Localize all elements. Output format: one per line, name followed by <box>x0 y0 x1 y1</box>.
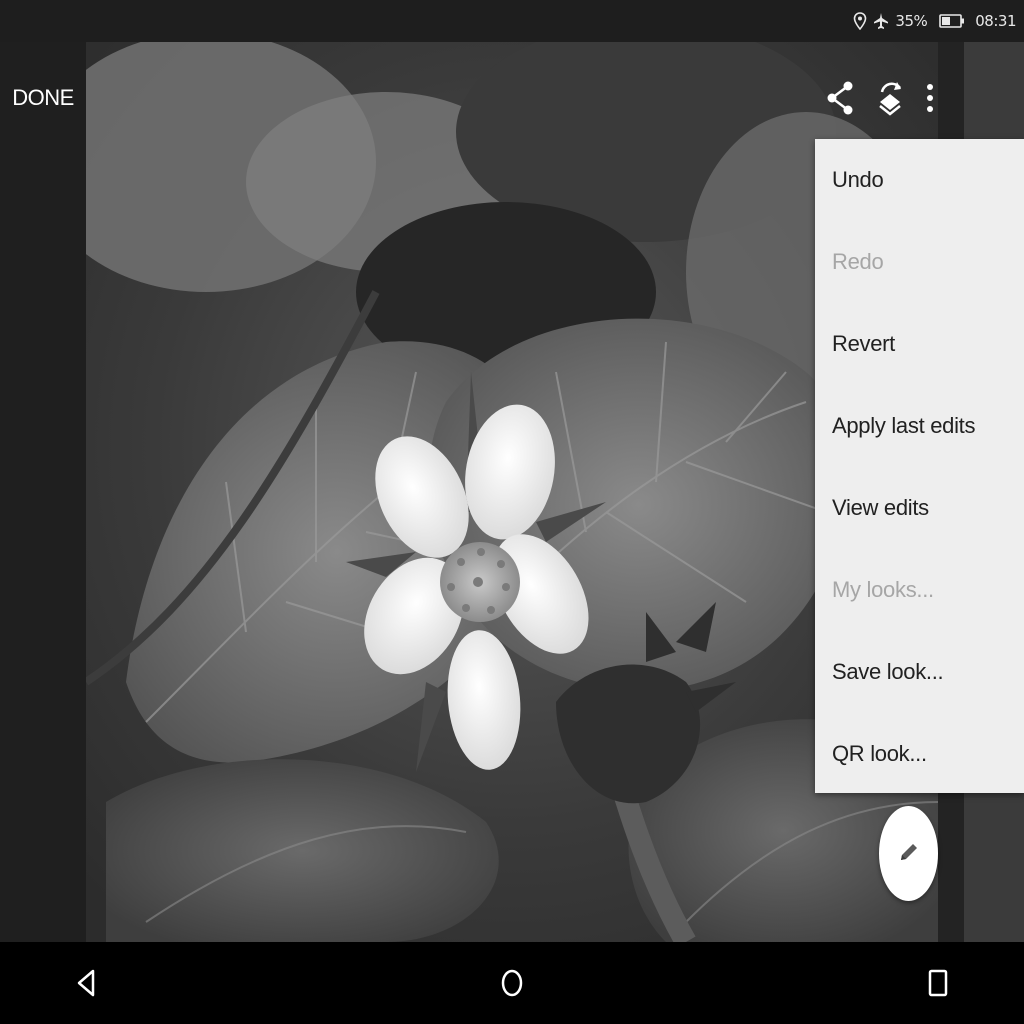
edit-pencil-icon <box>898 841 920 867</box>
menu-item-apply-last-edits[interactable]: Apply last edits <box>815 385 1024 467</box>
done-button[interactable]: DONE <box>10 76 76 120</box>
menu-item-qr-look[interactable]: QR look... <box>815 713 1024 795</box>
airplane-mode-icon <box>873 12 889 30</box>
share-icon[interactable] <box>816 74 864 122</box>
menu-item-undo[interactable]: Undo <box>815 139 1024 221</box>
menu-item-view-edits[interactable]: View edits <box>815 467 1024 549</box>
overflow-menu: Undo Redo Revert Apply last edits View e… <box>815 139 1024 793</box>
photo-canvas[interactable] <box>86 42 938 942</box>
location-icon <box>853 12 867 30</box>
menu-item-revert[interactable]: Revert <box>815 303 1024 385</box>
home-icon[interactable] <box>472 942 552 1024</box>
battery-icon <box>939 13 965 29</box>
menu-item-redo: Redo <box>832 249 884 274</box>
back-icon[interactable] <box>46 942 126 1024</box>
menu-item-save-look[interactable]: Save look... <box>815 631 1024 713</box>
navigation-bar <box>0 942 1024 1024</box>
edit-button[interactable] <box>879 806 938 901</box>
left-panel <box>0 42 86 942</box>
clock: 08:31 <box>975 12 1016 30</box>
battery-percent: 35% <box>895 12 928 30</box>
recents-icon[interactable] <box>898 942 978 1024</box>
menu-item-my-looks: My looks... <box>832 577 934 602</box>
status-bar: 35% 08:31 <box>0 0 1024 42</box>
flower-photo <box>86 42 938 942</box>
more-options-icon[interactable] <box>906 74 954 122</box>
